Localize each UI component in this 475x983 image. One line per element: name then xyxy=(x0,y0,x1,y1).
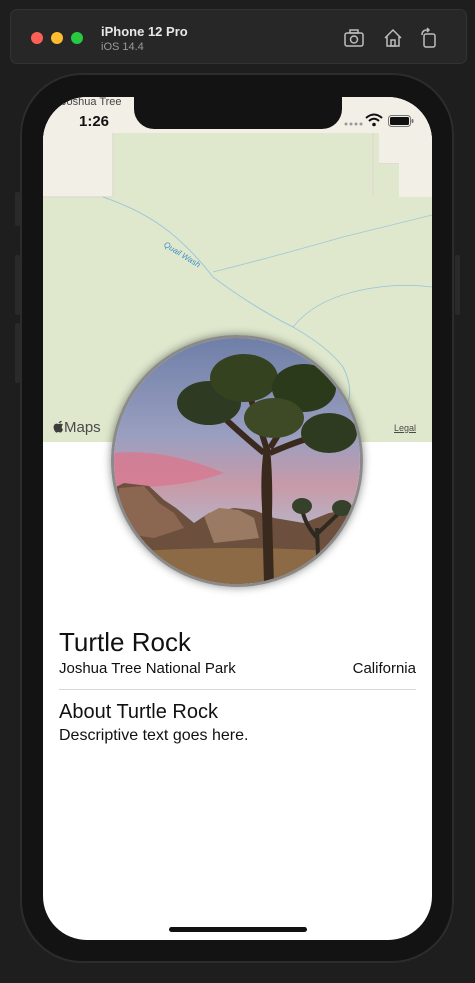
minimize-window-button[interactable] xyxy=(51,32,63,44)
apple-icon xyxy=(53,420,63,433)
legal-link[interactable]: Legal xyxy=(394,423,416,433)
device-name: iPhone 12 Pro xyxy=(101,24,188,39)
divider xyxy=(59,689,416,690)
rotate-icon[interactable] xyxy=(418,27,440,49)
screenshot-icon[interactable] xyxy=(343,27,365,49)
joshua-tree-photo xyxy=(114,338,360,584)
app-screen: Joshua Tree Quail Wash Maps Legal 1:26 T… xyxy=(43,97,432,940)
silent-switch xyxy=(15,192,20,226)
notch xyxy=(134,97,342,129)
wifi-icon xyxy=(365,113,383,127)
volume-down-button xyxy=(15,323,20,383)
os-version: iOS 14.4 xyxy=(101,41,144,53)
park-name: Joshua Tree National Park xyxy=(59,660,236,677)
home-icon[interactable] xyxy=(382,27,404,49)
volume-up-button xyxy=(15,255,20,315)
landmark-image xyxy=(111,335,363,587)
about-heading: About Turtle Rock xyxy=(59,701,218,723)
map-place-label: Joshua Tree xyxy=(61,97,122,108)
landmark-title: Turtle Rock xyxy=(59,627,191,657)
close-window-button[interactable] xyxy=(31,32,43,44)
maps-logo-text: Maps xyxy=(64,419,101,436)
state-name: California xyxy=(352,660,416,677)
maps-logo: Maps xyxy=(53,419,101,436)
description-text: Descriptive text goes here. xyxy=(59,727,249,744)
status-time: 1:26 xyxy=(79,113,110,130)
zoom-window-button[interactable] xyxy=(71,32,83,44)
home-indicator[interactable] xyxy=(169,927,307,932)
simulator-toolbar: iPhone 12 Pro iOS 14.4 xyxy=(10,9,467,64)
battery-icon xyxy=(388,115,414,127)
cellular-signal-icon xyxy=(344,122,363,126)
power-button xyxy=(455,255,460,315)
